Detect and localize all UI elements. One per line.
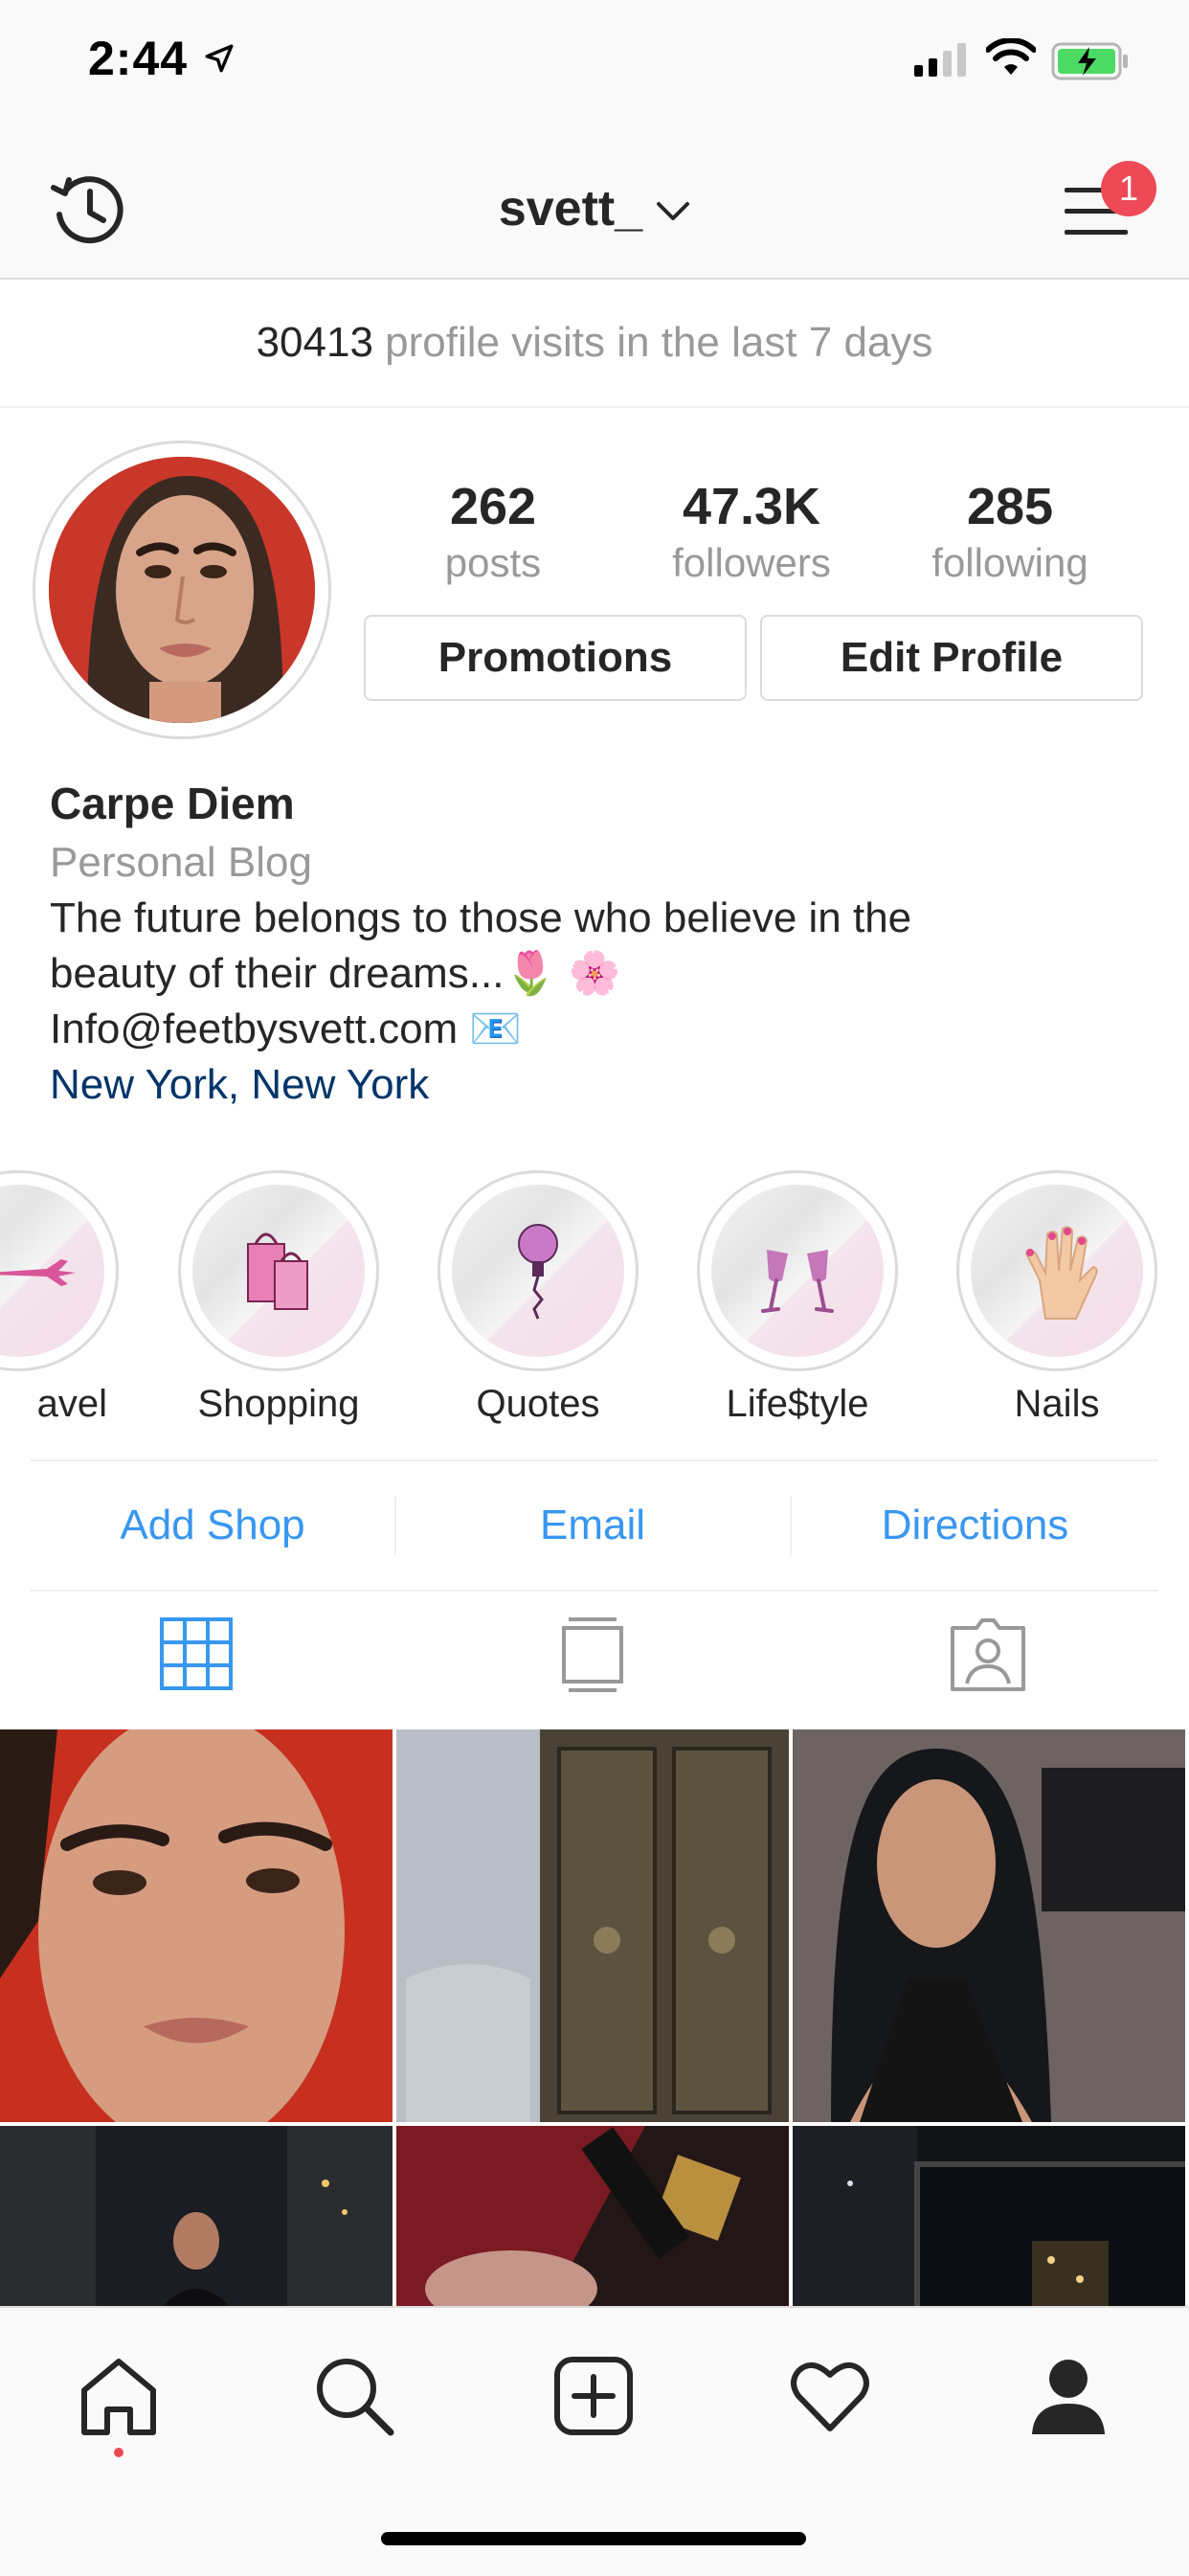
post-thumbnail[interactable] (0, 1729, 393, 2122)
following-count: 285 (966, 478, 1054, 535)
highlight-label: Nails (1014, 1383, 1100, 1425)
shopping-bags-icon (247, 1232, 308, 1310)
home-icon[interactable] (79, 2356, 159, 2436)
highlight-nails[interactable]: Nails (956, 1170, 1157, 1426)
highlight-label: Quotes (476, 1383, 600, 1425)
activity-icon[interactable] (789, 2356, 871, 2436)
promotions-button[interactable]: Promotions (364, 615, 747, 701)
followers-count: 47.3K (682, 478, 821, 535)
highlight-label: Life$tyle (726, 1383, 869, 1425)
avatar-image (49, 457, 315, 723)
status-bar: 2:44 (0, 0, 1189, 144)
profile-bio: Carpe Diem Personal Blog The future belo… (50, 776, 1160, 1113)
post-thumbnail[interactable] (0, 2126, 393, 2308)
following-label: following (931, 540, 1088, 585)
airplane-icon (0, 1259, 76, 1286)
profile-view-tabs (0, 1590, 1189, 1728)
grid-icon[interactable] (159, 1616, 234, 1691)
posts-label: posts (444, 540, 542, 585)
profile-visits-banner[interactable]: 30413 profile visits in the last 7 days (0, 280, 1189, 408)
display-name: Carpe Diem (50, 779, 295, 828)
bio-text-line-1: The future belongs to those who believe … (50, 894, 912, 941)
home-notification-dot (114, 2448, 123, 2457)
location-arrow-icon (205, 44, 234, 73)
bio-text-line-2: beauty of their dreams...🌷 🌸 (50, 950, 621, 997)
lightbulb-icon (518, 1224, 558, 1320)
add-shop-button[interactable]: Add Shop (31, 1461, 394, 1590)
notification-badge: 1 (1101, 161, 1156, 216)
avatar[interactable] (33, 441, 331, 739)
visits-count: 30413 (256, 319, 373, 366)
post-thumbnail[interactable] (396, 1729, 789, 2122)
hand-icon (1024, 1226, 1098, 1320)
edit-profile-button[interactable]: Edit Profile (760, 615, 1143, 701)
followers-label: followers (672, 540, 831, 585)
highlight-quotes[interactable]: Quotes (437, 1170, 639, 1426)
highlight-label: Shopping (197, 1383, 360, 1425)
search-icon[interactable] (314, 2356, 394, 2436)
posts-count: 262 (449, 478, 537, 535)
highlight-lifestyle[interactable]: Life$tyle (697, 1170, 898, 1426)
post-thumbnail[interactable] (793, 2126, 1185, 2308)
battery-charging-icon (1051, 42, 1128, 80)
stat-posts[interactable]: 262 posts (373, 475, 613, 588)
bio-email: Info@feetbysvett.com 📧 (50, 1006, 523, 1052)
contact-options-row: Add Shop Email Directions (31, 1459, 1158, 1592)
category-label: Personal Blog (50, 839, 312, 886)
wifi-icon (986, 38, 1036, 75)
location-link[interactable]: New York, New York (50, 1057, 1160, 1113)
username-switcher[interactable]: svett_ (0, 180, 1189, 237)
post-thumbnail[interactable] (396, 2126, 789, 2308)
email-button[interactable]: Email (396, 1461, 789, 1590)
chevron-down-icon (657, 202, 690, 221)
champagne-icon (761, 1250, 834, 1313)
post-thumbnail[interactable] (793, 1729, 1185, 2122)
profile-icon[interactable] (1028, 2356, 1109, 2436)
username-label: svett_ (498, 181, 643, 237)
new-post-icon[interactable] (553, 2356, 634, 2436)
cellular-signal-icon (914, 43, 966, 77)
highlight-label: avel (36, 1383, 107, 1425)
stat-followers[interactable]: 47.3K followers (632, 475, 871, 588)
tagged-icon[interactable] (950, 1616, 1026, 1693)
post-grid (0, 1729, 1189, 2308)
home-indicator (381, 2532, 806, 2545)
feed-icon[interactable] (561, 1616, 624, 1693)
status-time: 2:44 (88, 32, 189, 85)
highlight-travel[interactable]: avel (0, 1170, 119, 1426)
stat-following[interactable]: 285 following (890, 475, 1130, 588)
highlight-shopping[interactable]: Shopping (178, 1170, 379, 1426)
profile-header: svett_ 1 (0, 144, 1189, 280)
directions-button[interactable]: Directions (792, 1461, 1158, 1590)
visits-text: profile visits in the last 7 days (385, 319, 933, 366)
